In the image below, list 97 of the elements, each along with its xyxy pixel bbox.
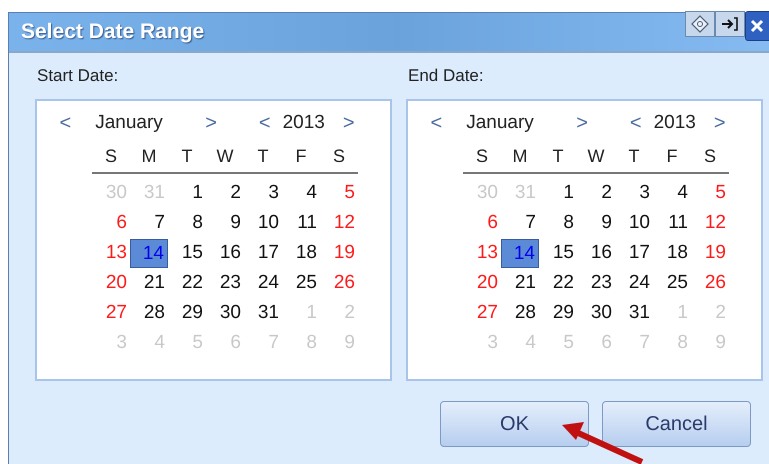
day-cell[interactable]: 11	[282, 208, 320, 238]
weekday-label: S	[104, 145, 117, 168]
day-cell[interactable]: 7	[501, 208, 539, 238]
day-cell[interactable]: 19	[691, 238, 729, 268]
day-cell[interactable]: 12	[691, 208, 729, 238]
weekday-label: S	[476, 145, 488, 168]
day-cell[interactable]: 29	[168, 298, 206, 328]
weekday-label: W	[588, 145, 604, 168]
day-cell[interactable]: 3	[244, 178, 282, 208]
move-button[interactable]	[685, 11, 715, 37]
day-cell[interactable]: 13	[92, 238, 130, 268]
day-cell[interactable]: 18	[653, 238, 691, 268]
ok-button[interactable]: OK	[440, 401, 589, 447]
next-year-button[interactable]: >	[338, 113, 359, 133]
day-cell[interactable]: 5	[320, 178, 358, 208]
day-cell[interactable]: 20	[92, 268, 130, 298]
year-label: 2013	[282, 110, 325, 135]
day-cell[interactable]: 11	[653, 208, 691, 238]
day-cell[interactable]: 3	[615, 178, 653, 208]
day-cell[interactable]: 1	[168, 178, 206, 208]
day-cell[interactable]: 26	[320, 268, 358, 298]
day-cell[interactable]: 7	[130, 208, 168, 238]
month-label: January	[95, 110, 164, 135]
day-cell[interactable]: 2	[206, 178, 244, 208]
day-cell[interactable]: 9	[206, 208, 244, 238]
weekday-label: T	[182, 145, 192, 168]
weekday-label: T	[552, 145, 564, 168]
day-cell[interactable]: 30	[577, 298, 615, 328]
year-label: 2013	[654, 110, 696, 135]
previous-year-button[interactable]: <	[626, 113, 646, 133]
day-cell[interactable]: 20	[463, 268, 501, 298]
day-cell[interactable]: 4	[653, 178, 691, 208]
day-cell[interactable]: 2	[577, 178, 615, 208]
month-label: January	[466, 110, 535, 135]
day-cell[interactable]: 8	[168, 208, 206, 238]
day-cell[interactable]: 5	[691, 178, 729, 208]
day-cell[interactable]: 6	[463, 208, 501, 238]
cancel-button[interactable]: Cancel	[602, 401, 751, 447]
day-cell[interactable]: 25	[282, 268, 320, 298]
day-cell[interactable]: 16	[206, 238, 244, 268]
day-cell[interactable]: 22	[168, 268, 206, 298]
close-button[interactable]	[745, 11, 769, 41]
day-cell[interactable]: 16	[577, 238, 615, 268]
dock-button[interactable]	[715, 11, 745, 37]
weekday-label: W	[216, 145, 234, 168]
day-cell[interactable]: 28	[501, 298, 539, 328]
weekday-label: F	[666, 145, 678, 168]
day-cell[interactable]: 17	[615, 238, 653, 268]
day-cell[interactable]: 19	[320, 238, 358, 268]
previous-month-button[interactable]: <	[56, 113, 76, 133]
day-cell[interactable]: 17	[244, 238, 282, 268]
next-month-button[interactable]: >	[201, 113, 221, 133]
day-cell[interactable]: 9	[577, 208, 615, 238]
weekday-label: F	[296, 145, 306, 168]
day-cell[interactable]: 23	[206, 268, 244, 298]
day-cell[interactable]: 12	[320, 208, 358, 238]
field-label: End Date:	[407, 65, 484, 87]
weekday-label: M	[142, 145, 156, 168]
day-cell[interactable]: 6	[92, 208, 130, 238]
day-cell[interactable]: 21	[501, 268, 539, 298]
day-cell[interactable]: 21	[130, 268, 168, 298]
day-cell[interactable]: 22	[539, 268, 577, 298]
day-cell[interactable]: 30	[206, 298, 244, 328]
day-cell[interactable]: 28	[130, 298, 168, 328]
day-cell[interactable]: 31	[615, 298, 653, 328]
day-cell[interactable]: 4	[282, 178, 320, 208]
day-cell[interactable]: 29	[539, 298, 577, 328]
weekday-label: S	[332, 145, 345, 168]
previous-year-button[interactable]: <	[254, 113, 275, 133]
arrow-into-box-icon	[721, 16, 739, 32]
day-cell[interactable]: 27	[92, 298, 130, 328]
weekday-label: S	[704, 145, 716, 168]
day-cell[interactable]: 13	[463, 238, 501, 268]
day-cell[interactable]: 18	[282, 238, 320, 268]
day-cell[interactable]: 23	[577, 268, 615, 298]
day-cell[interactable]: 10	[244, 208, 282, 238]
day-cell[interactable]: 26	[691, 268, 729, 298]
day-cell[interactable]: 24	[244, 268, 282, 298]
close-icon	[750, 19, 764, 33]
weekday-label: T	[258, 145, 268, 168]
move-icon	[691, 15, 709, 33]
day-cell[interactable]: 15	[168, 238, 206, 268]
day-cell[interactable]: 8	[539, 208, 577, 238]
day-cell[interactable]: 1	[539, 178, 577, 208]
field-label: Start Date:	[36, 65, 118, 87]
weekday-label: M	[512, 145, 528, 168]
day-cell[interactable]: 24	[615, 268, 653, 298]
day-cell[interactable]: 10	[615, 208, 653, 238]
day-cell[interactable]: 27	[463, 298, 501, 328]
day-cell[interactable]: 31	[244, 298, 282, 328]
day-cell[interactable]: 25	[653, 268, 691, 298]
weekday-label: T	[628, 145, 640, 168]
previous-month-button[interactable]: <	[426, 113, 446, 133]
next-year-button[interactable]: >	[710, 113, 730, 133]
day-cell[interactable]: 15	[539, 238, 577, 268]
next-month-button[interactable]: >	[572, 113, 592, 133]
window-title: Select Date Range	[21, 19, 206, 46]
